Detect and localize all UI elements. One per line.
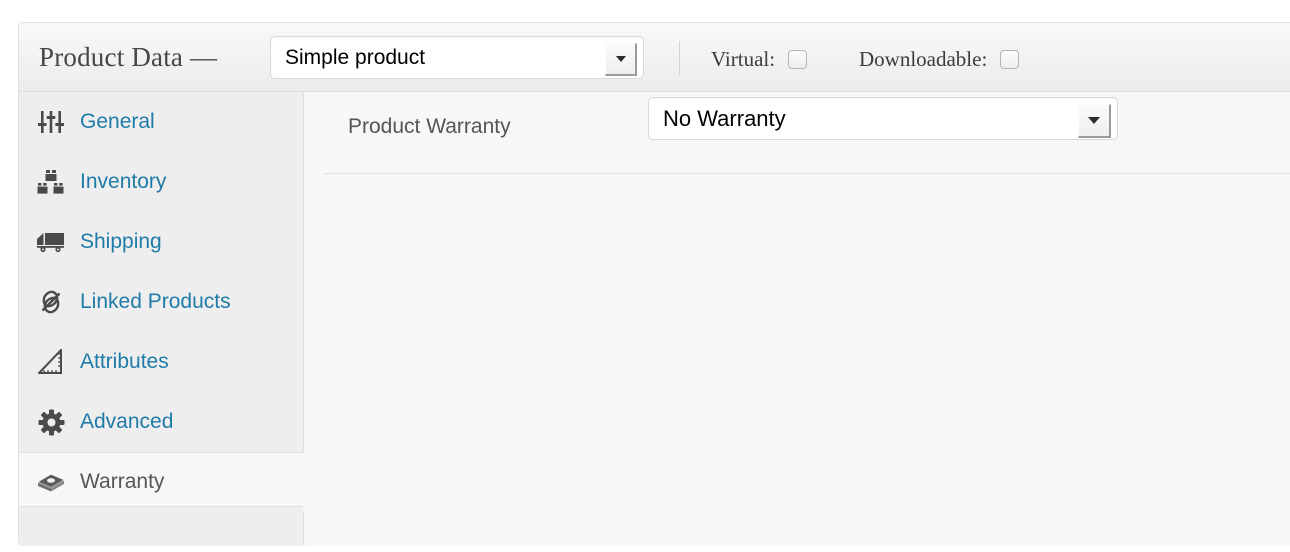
sidebar-item-label: Warranty — [80, 470, 165, 493]
tab-content-warranty: Product Warranty No Warranty — [305, 92, 1290, 546]
page-title: Product Data — — [39, 41, 218, 72]
sidebar-item-shipping[interactable]: Shipping — [19, 212, 303, 272]
sidebar-item-inventory[interactable]: Inventory — [19, 152, 303, 212]
ruler-triangle-icon — [34, 347, 68, 377]
downloadable-checkbox[interactable] — [1000, 50, 1020, 69]
sidebar-item-warranty[interactable]: Warranty — [19, 452, 304, 512]
sidebar-item-label: Shipping — [80, 230, 162, 253]
gear-icon — [34, 407, 68, 437]
downloadable-label: Downloadable: — [859, 47, 988, 71]
chevron-down-icon[interactable] — [1078, 104, 1111, 138]
sidebar-item-general[interactable]: General — [19, 92, 303, 152]
product-type-select[interactable]: Simple product — [270, 36, 644, 79]
virtual-checkbox-group[interactable]: Virtual: — [711, 47, 808, 72]
downloadable-checkbox-group[interactable]: Downloadable: — [859, 47, 1020, 72]
truck-icon — [34, 227, 68, 257]
sidebar-item-advanced[interactable]: Advanced — [19, 392, 303, 452]
boxes-icon — [34, 167, 68, 197]
product-type-value: Simple product — [285, 45, 426, 69]
sidebar-item-label: General — [80, 110, 155, 133]
panel-body: General Inventory Shipping Linked Produc… — [19, 92, 1290, 546]
chevron-down-icon[interactable] — [605, 43, 637, 76]
product-warranty-value: No Warranty — [663, 105, 786, 131]
product-warranty-select[interactable]: No Warranty — [648, 97, 1118, 140]
sidebar-item-label: Inventory — [80, 170, 167, 193]
row-divider — [324, 173, 1290, 174]
panel-header: Product Data — Simple product Virtual: D… — [19, 23, 1290, 92]
sidebar-item-attributes[interactable]: Attributes — [19, 332, 303, 392]
product-data-tabs: General Inventory Shipping Linked Produc… — [19, 92, 304, 546]
product-warranty-label: Product Warranty — [348, 115, 511, 138]
header-divider — [679, 41, 680, 75]
sliders-icon — [34, 107, 68, 137]
sidebar-item-linked-products[interactable]: Linked Products — [19, 272, 303, 332]
product-warranty-row: Product Warranty No Warranty — [305, 92, 1290, 174]
virtual-label: Virtual: — [711, 47, 776, 71]
sidebar-item-label: Attributes — [80, 350, 169, 373]
tabs-filler — [19, 506, 303, 546]
sidebar-item-label: Advanced — [80, 410, 174, 433]
link-icon — [34, 287, 68, 317]
stack-slab-icon — [34, 467, 68, 497]
virtual-checkbox[interactable] — [788, 50, 808, 69]
sidebar-item-label: Linked Products — [80, 290, 231, 313]
product-data-panel: Product Data — Simple product Virtual: D… — [18, 22, 1290, 546]
